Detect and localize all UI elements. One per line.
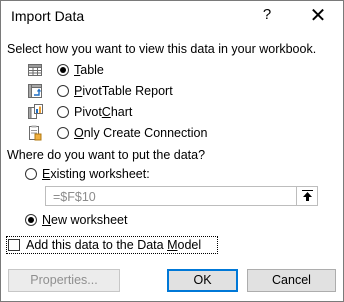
radio-new-worksheet[interactable] bbox=[25, 214, 37, 226]
title-bar: Import Data ? ✕ bbox=[1, 1, 343, 33]
close-button[interactable]: ✕ bbox=[307, 5, 329, 27]
cell-reference-input[interactable]: =$F$10 bbox=[45, 186, 297, 206]
option-connection[interactable]: Only Create Connection bbox=[27, 125, 217, 143]
help-button[interactable]: ? bbox=[258, 6, 276, 26]
data-model-checkbox-box[interactable] bbox=[8, 239, 20, 251]
option-table[interactable]: Table bbox=[27, 62, 137, 80]
option-existing-worksheet[interactable]: Existing worksheet: bbox=[25, 166, 175, 184]
option-pivotchart-label: PivotChart bbox=[74, 105, 133, 119]
ok-button[interactable]: OK bbox=[167, 269, 238, 292]
cell-reference-value: =$F$10 bbox=[53, 190, 96, 204]
data-model-label: Add this data to the Data Model bbox=[26, 238, 202, 252]
radio-pivotchart[interactable] bbox=[57, 106, 69, 118]
properties-button[interactable]: Properties... bbox=[8, 269, 120, 292]
option-existing-worksheet-label: Existing worksheet: bbox=[42, 167, 150, 181]
table-icon bbox=[28, 64, 42, 76]
view-prompt: Select how you want to view this data in… bbox=[7, 42, 317, 56]
destination-prompt: Where do you want to put the data? bbox=[7, 148, 206, 162]
radio-existing-worksheet[interactable] bbox=[25, 168, 37, 180]
option-connection-label: Only Create Connection bbox=[74, 126, 208, 140]
option-new-worksheet[interactable]: New worksheet bbox=[25, 212, 145, 230]
collapse-dialog-button[interactable] bbox=[296, 186, 318, 206]
option-table-label: Table bbox=[74, 63, 104, 77]
option-pivottable-label: PivotTable Report bbox=[74, 84, 173, 98]
collapse-arrow-icon bbox=[302, 190, 313, 201]
pivottable-icon bbox=[28, 84, 42, 98]
option-pivotchart[interactable]: PivotChart bbox=[27, 104, 157, 122]
option-new-worksheet-label: New worksheet bbox=[42, 213, 128, 227]
connection-icon bbox=[29, 125, 42, 141]
option-pivottable[interactable]: PivotTable Report bbox=[27, 83, 187, 101]
import-data-dialog: Import Data ? ✕ Select how you want to v… bbox=[0, 0, 344, 302]
cancel-button[interactable]: Cancel bbox=[247, 269, 336, 292]
radio-table[interactable] bbox=[57, 64, 69, 76]
pivotchart-icon bbox=[28, 104, 43, 119]
add-to-data-model-checkbox[interactable]: Add this data to the Data Model bbox=[6, 236, 218, 254]
radio-pivottable[interactable] bbox=[57, 85, 69, 97]
radio-connection[interactable] bbox=[57, 127, 69, 139]
dialog-title: Import Data bbox=[11, 8, 85, 24]
